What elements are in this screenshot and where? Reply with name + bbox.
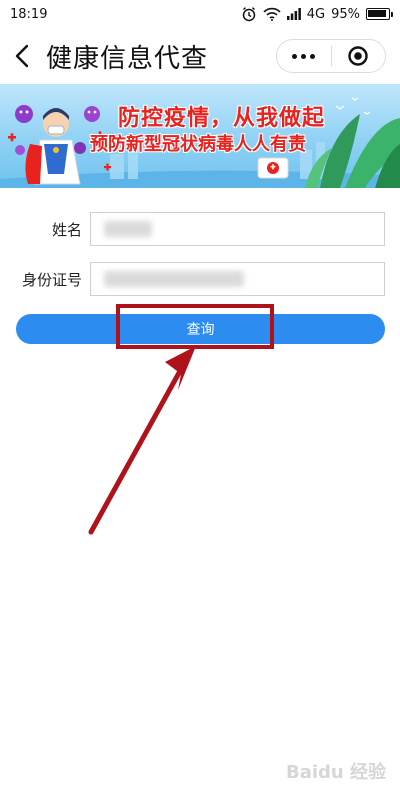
banner-slogan-2: 预防新型冠状病毒人人有责: [90, 134, 306, 155]
status-icons: 4G 95%: [241, 6, 393, 22]
page-title: 健康信息代查: [46, 43, 209, 74]
id-row: 身份证号: [0, 262, 400, 296]
battery-fill: [368, 10, 386, 17]
back-button[interactable]: [0, 28, 44, 84]
target-circle-icon: [348, 46, 368, 66]
alarm-icon: [241, 6, 257, 22]
more-dots-icon: [292, 53, 298, 59]
network-type: 4G: [306, 6, 326, 22]
nav-bar: 健康信息代查: [0, 28, 400, 84]
wifi-icon: [263, 7, 281, 21]
id-redaction: [104, 271, 244, 287]
battery-icon: [366, 8, 393, 20]
signal-icon: [286, 8, 301, 20]
name-label: 姓名: [51, 220, 82, 239]
id-label: 身份证号: [21, 270, 82, 289]
close-button[interactable]: [332, 40, 386, 72]
chevron-left-icon: [15, 44, 29, 68]
more-button[interactable]: [277, 40, 331, 72]
name-redaction: [104, 221, 152, 237]
query-button[interactable]: 查询: [16, 314, 385, 344]
status-bar: 18:19 4G 95%: [0, 0, 400, 28]
battery-percent: 95%: [331, 6, 360, 22]
epidemic-banner: 防控疫情，从我做起 预防新型冠状病毒人人有责: [0, 84, 400, 188]
name-row: 姓名: [0, 212, 400, 246]
mini-program-capsule: [276, 39, 386, 73]
status-time: 18:19: [10, 6, 48, 22]
banner-slogan-1: 防控疫情，从我做起: [118, 106, 326, 131]
watermark-logo: Baidu 经验: [285, 762, 386, 783]
